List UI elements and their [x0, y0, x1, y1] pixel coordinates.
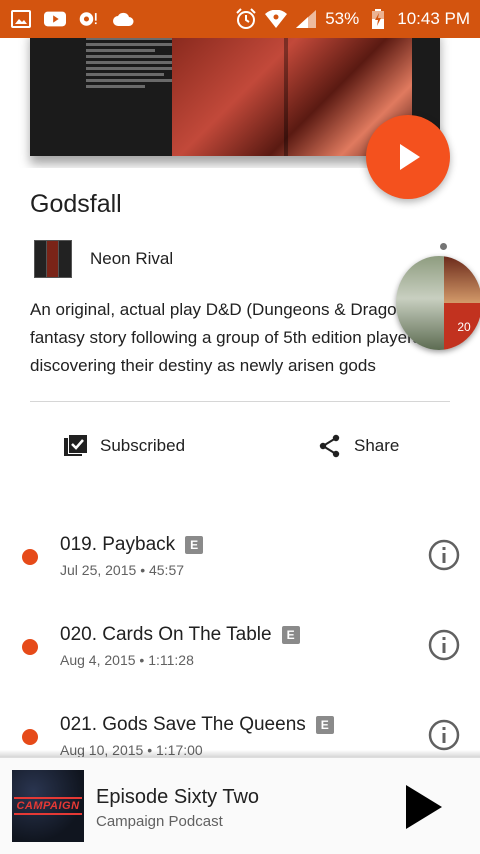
- cell-signal-icon: [295, 9, 317, 29]
- podcast-title: Godsfall: [30, 190, 122, 218]
- author-name: Neon Rival: [90, 249, 174, 268]
- episode-info-button[interactable]: [428, 719, 460, 751]
- share-button[interactable]: Share: [318, 430, 399, 462]
- now-playing-podcast: Campaign Podcast: [96, 813, 223, 830]
- play-latest-button[interactable]: [366, 115, 450, 199]
- episode-duration: 45:57: [148, 562, 185, 578]
- play-icon: [400, 144, 420, 170]
- episode-title-line: 019. Payback E: [60, 534, 204, 556]
- episode-info-button[interactable]: [428, 539, 460, 571]
- description-line: discovering their destiny as newly arise…: [30, 356, 376, 375]
- author-row[interactable]: Neon Rival: [30, 238, 173, 280]
- episode-meta: Aug 4, 2015 • 1:11:28: [60, 652, 194, 668]
- now-playing-title: Episode Sixty Two: [96, 786, 260, 808]
- episode-date: Aug 4, 2015: [60, 652, 136, 668]
- explicit-badge: E: [185, 536, 204, 554]
- floating-chat-head[interactable]: 20: [396, 256, 480, 350]
- episode-title-line: 021. Gods Save The Queens E: [60, 714, 334, 736]
- share-icon: [319, 434, 340, 458]
- subscribed-button[interactable]: Subscribed: [64, 430, 185, 462]
- now-playing-artwork: CAMPAIGN: [12, 770, 84, 842]
- mini-player[interactable]: CAMPAIGN Episode Sixty Two Campaign Podc…: [0, 757, 480, 854]
- episode-meta: Jul 25, 2015 • 45:57: [60, 562, 184, 578]
- mini-player-play-button[interactable]: [398, 782, 448, 832]
- clock: 10:43 PM: [397, 9, 470, 28]
- cloud-icon: [112, 9, 134, 29]
- unplayed-dot: [22, 549, 38, 565]
- episode-title-line: 020. Cards On The Table E: [60, 624, 300, 646]
- chat-head-avatar: [396, 256, 444, 350]
- subscribed-check-icon: [64, 434, 88, 456]
- campaign-logo: CAMPAIGN: [14, 797, 82, 815]
- unplayed-dot: [22, 729, 38, 745]
- meta-separator: •: [139, 652, 145, 668]
- episode-date: Jul 25, 2015: [60, 562, 137, 578]
- episode-info-button[interactable]: [428, 629, 460, 661]
- episode-row[interactable]: 020. Cards On The Table E Aug 4, 2015 • …: [0, 620, 480, 680]
- episode-title: 019. Payback: [60, 534, 176, 555]
- play-icon: [406, 785, 442, 829]
- chat-head-avatar: [444, 256, 480, 303]
- episode-title: 020. Cards On The Table: [60, 624, 272, 645]
- battery-charging-icon: [367, 9, 389, 29]
- d20-dice-icon: 20: [444, 303, 480, 350]
- divider: [30, 401, 450, 402]
- battery-percent: 53%: [325, 9, 360, 28]
- share-label: Share: [354, 436, 400, 455]
- subscribed-label: Subscribed: [100, 436, 186, 455]
- episode-title: 021. Gods Save The Queens: [60, 714, 306, 735]
- status-bar: 53% 10:43 PM: [0, 0, 480, 38]
- info-icon: [428, 539, 460, 571]
- episode-row[interactable]: 019. Payback E Jul 25, 2015 • 45:57: [0, 530, 480, 590]
- youtube-icon: [44, 9, 66, 29]
- podcast-notification-icon: [78, 9, 100, 29]
- author-avatar: [30, 238, 74, 280]
- wifi-icon: [265, 9, 288, 29]
- chat-head-indicator: [440, 243, 447, 250]
- dice-label: 20: [457, 319, 471, 334]
- info-icon: [428, 719, 460, 751]
- alarm-icon: [235, 8, 257, 29]
- explicit-badge: E: [281, 626, 300, 644]
- meta-separator: •: [140, 562, 146, 578]
- unplayed-dot: [22, 639, 38, 655]
- image-icon: [10, 9, 32, 29]
- explicit-badge: E: [315, 716, 334, 734]
- info-icon: [428, 629, 460, 661]
- episode-duration: 1:11:28: [148, 652, 194, 668]
